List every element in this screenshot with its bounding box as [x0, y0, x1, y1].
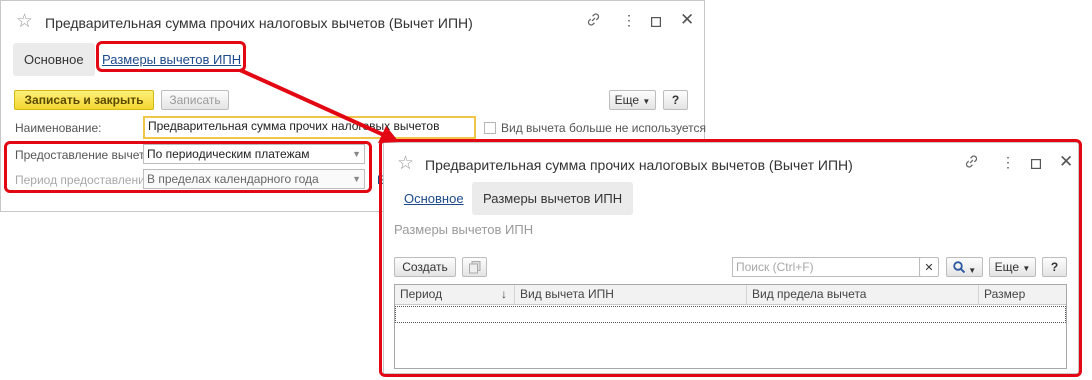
pointer-arrow	[239, 68, 399, 143]
